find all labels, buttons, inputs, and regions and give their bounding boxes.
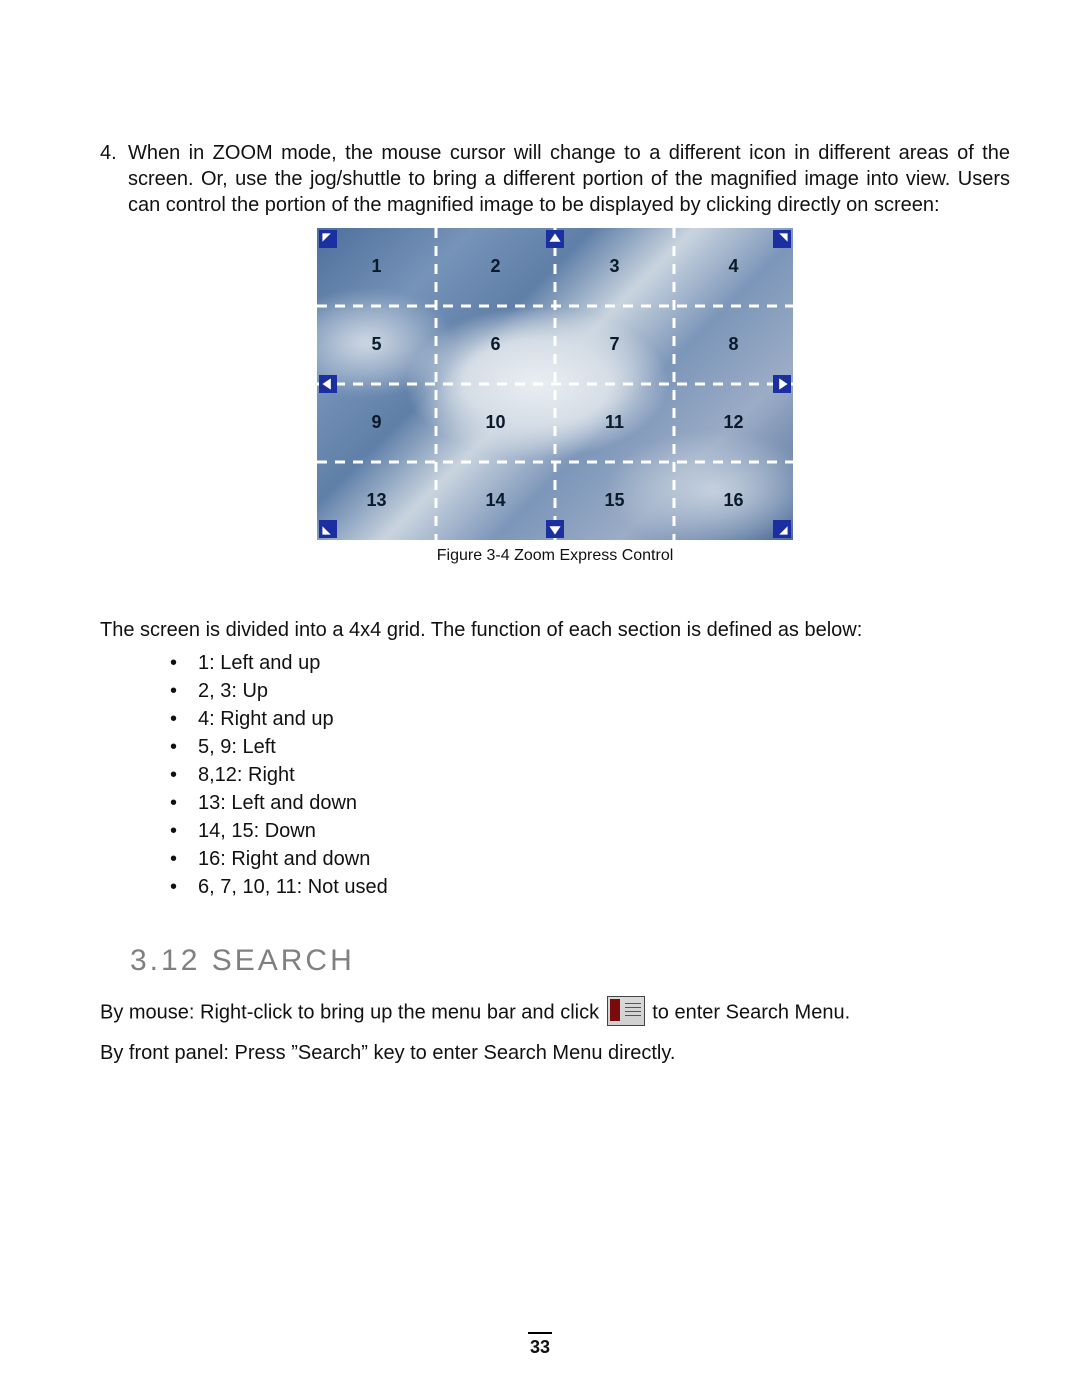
list-item: 16: Right and down (170, 845, 1010, 873)
arrow-up-left-icon (319, 230, 337, 248)
grid-cell: 11 (555, 384, 674, 462)
list-item: 14, 15: Down (170, 817, 1010, 845)
list-item: 8,12: Right (170, 761, 1010, 789)
arrow-down-left-icon (319, 520, 337, 538)
manual-page: 4. When in ZOOM mode, the mouse cursor w… (0, 0, 1080, 1397)
arrow-down-icon (546, 520, 564, 538)
list-item: 13: Left and down (170, 789, 1010, 817)
grid-cell: 5 (317, 306, 436, 384)
grid-cell: 8 (674, 306, 793, 384)
arrow-up-right-icon (773, 230, 791, 248)
search-by-panel-text: By front panel: Press ”Search” key to en… (100, 1040, 1010, 1066)
grid-cell: 10 (436, 384, 555, 462)
list-item: 1: Left and up (170, 649, 1010, 677)
list-item: 2, 3: Up (170, 677, 1010, 705)
ordered-list-number: 4. (100, 140, 128, 166)
ordered-list-text: When in ZOOM mode, the mouse cursor will… (128, 140, 1010, 218)
grid-function-list: 1: Left and up 2, 3: Up 4: Right and up … (100, 649, 1010, 901)
grid-cell: 2 (436, 228, 555, 306)
list-item: 4: Right and up (170, 705, 1010, 733)
grid-cell: 9 (317, 384, 436, 462)
text-fragment: to enter Search Menu. (647, 1001, 850, 1023)
arrow-right-icon (773, 375, 791, 393)
arrow-up-icon (546, 230, 564, 248)
figure-zoom-grid: 1 2 3 4 5 6 7 8 9 10 11 12 13 14 15 16 (100, 228, 1010, 540)
arrow-down-right-icon (773, 520, 791, 538)
ordered-list-item-4: 4. When in ZOOM mode, the mouse cursor w… (100, 140, 1010, 218)
arrow-left-icon (319, 375, 337, 393)
grid-cell: 6 (436, 306, 555, 384)
page-number: 33 (0, 1332, 1080, 1359)
list-item: 6, 7, 10, 11: Not used (170, 873, 1010, 901)
search-by-mouse-text: By mouse: Right-click to bring up the me… (100, 998, 1010, 1028)
zoom-grid-image: 1 2 3 4 5 6 7 8 9 10 11 12 13 14 15 16 (317, 228, 793, 540)
grid-cell: 7 (555, 306, 674, 384)
page-number-value: 33 (530, 1337, 550, 1357)
figure-caption: Figure 3-4 Zoom Express Control (100, 546, 1010, 567)
grid-cell: 15 (555, 462, 674, 540)
grid-cell: 14 (436, 462, 555, 540)
grid-intro-text: The screen is divided into a 4x4 grid. T… (100, 617, 1010, 643)
search-toolbar-icon (607, 996, 645, 1026)
grid-cell: 3 (555, 228, 674, 306)
list-item: 5, 9: Left (170, 733, 1010, 761)
section-heading-search: 3.12 SEARCH (130, 941, 1010, 980)
text-fragment: By mouse: Right-click to bring up the me… (100, 1001, 605, 1023)
grid-cell: 12 (674, 384, 793, 462)
